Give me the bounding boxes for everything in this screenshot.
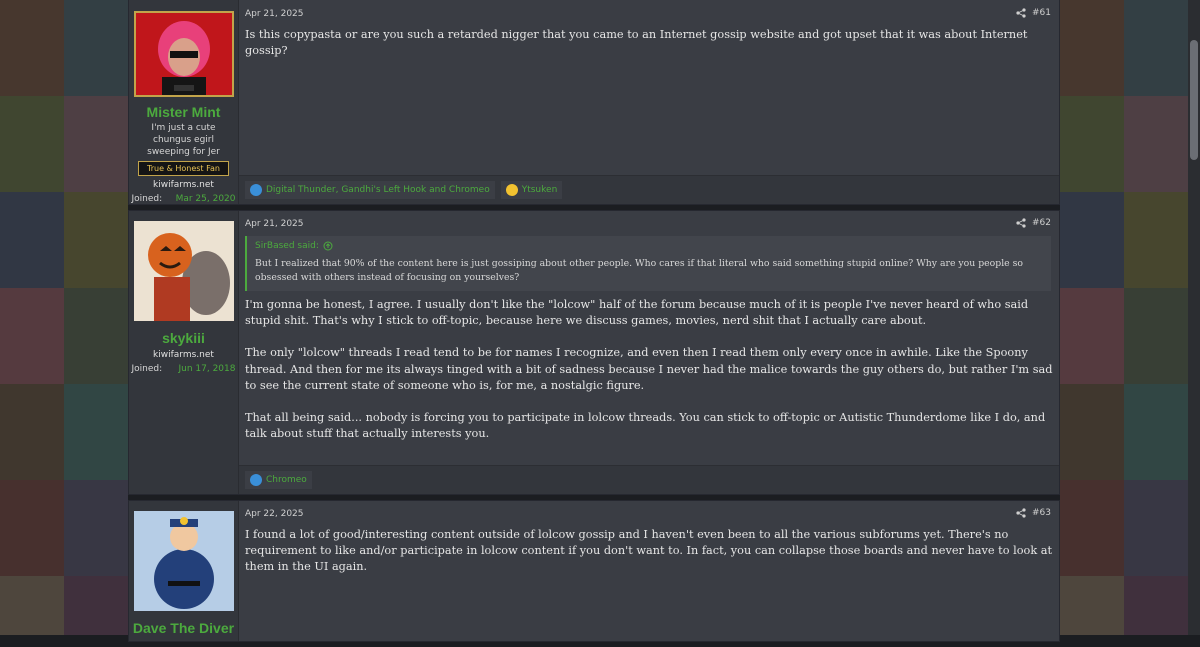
- thinking-face-icon: [505, 184, 518, 196]
- share-icon[interactable]: [1016, 508, 1026, 518]
- post-62: skykiii kiwifarms.net Joined: Jun 17, 20…: [128, 210, 1060, 495]
- avatar-image: [133, 511, 234, 611]
- thumbs-up-icon: [250, 184, 262, 196]
- avatar-image: [133, 221, 234, 321]
- background-collage-right: [1060, 0, 1200, 635]
- post-actions: #63: [1016, 508, 1051, 518]
- share-icon[interactable]: [1016, 8, 1026, 18]
- post-body: Is this copypasta or are you such a reta…: [245, 27, 1053, 59]
- thumbs-up-icon: [250, 474, 262, 486]
- post-paragraph: I found a lot of good/interesting conten…: [245, 528, 1053, 574]
- username[interactable]: Dave The Diver: [133, 620, 234, 636]
- page-scrollbar[interactable]: [1188, 0, 1200, 635]
- avatar[interactable]: [133, 221, 234, 321]
- post-body: I'm gonna be honest, I agree. I usually …: [245, 297, 1053, 442]
- scrollbar-thumb[interactable]: [1190, 40, 1198, 160]
- post-number[interactable]: #63: [1032, 508, 1051, 518]
- quote-author[interactable]: SirBased said:: [255, 241, 1043, 251]
- user-joined: Joined: Mar 25, 2020: [132, 194, 236, 204]
- user-site: kiwifarms.net: [153, 180, 214, 190]
- post-user-cell: Dave The Diver: [129, 501, 239, 641]
- post-number[interactable]: #62: [1032, 218, 1051, 228]
- avatar[interactable]: [133, 11, 234, 97]
- avatar[interactable]: [133, 511, 234, 611]
- user-site: kiwifarms.net: [153, 350, 214, 360]
- post-date[interactable]: Apr 21, 2025: [245, 219, 1053, 229]
- post-paragraph: That all being said... nobody is forcing…: [245, 411, 1046, 441]
- user-title: I'm just a cute chungus egirl sweeping f…: [147, 123, 220, 157]
- post-user-cell: Mister Mint I'm just a cute chungus egir…: [129, 0, 239, 204]
- reaction-users[interactable]: Chromeo: [266, 475, 307, 485]
- post-main: Apr 21, 2025 #62 SirBased said: But I re…: [239, 211, 1059, 494]
- post-paragraph: Is this copypasta or are you such a reta…: [245, 28, 1028, 58]
- quote-author-name[interactable]: SirBased said:: [255, 241, 319, 251]
- post-main: Apr 21, 2025 #61 Is this copypasta or ar…: [239, 0, 1059, 204]
- post-61: Mister Mint I'm just a cute chungus egir…: [128, 0, 1060, 205]
- reaction-item[interactable]: Ytsuken: [500, 181, 563, 199]
- joined-label: Joined:: [131, 194, 163, 204]
- arrow-up-circle-icon[interactable]: [323, 241, 333, 251]
- reaction-item[interactable]: Chromeo: [245, 471, 312, 489]
- post-actions: #62: [1016, 218, 1051, 228]
- reaction-bar: Digital Thunder, Gandhi's Left Hook and …: [239, 175, 1059, 204]
- post-date[interactable]: Apr 22, 2025: [245, 509, 1053, 519]
- post-paragraph: I'm gonna be honest, I agree. I usually …: [245, 298, 1029, 328]
- quote-block: SirBased said: But I realized that 90% o…: [245, 236, 1051, 291]
- user-banner: True & Honest Fan: [138, 161, 229, 176]
- post-number[interactable]: #61: [1032, 8, 1051, 18]
- avatar-image: [135, 13, 232, 95]
- reaction-item[interactable]: Digital Thunder, Gandhi's Left Hook and …: [245, 181, 495, 199]
- thread-posts: Mister Mint I'm just a cute chungus egir…: [128, 0, 1060, 647]
- post-user-cell: skykiii kiwifarms.net Joined: Jun 17, 20…: [129, 211, 239, 494]
- username[interactable]: skykiii: [162, 330, 205, 346]
- background-collage-left: [0, 0, 128, 635]
- joined-label: Joined:: [131, 364, 163, 374]
- reaction-users[interactable]: Digital Thunder, Gandhi's Left Hook and …: [266, 185, 490, 195]
- quote-text: But I realized that 90% of the content h…: [255, 258, 1024, 283]
- reaction-users[interactable]: Ytsuken: [522, 185, 558, 195]
- username[interactable]: Mister Mint: [147, 104, 221, 120]
- joined-date: Mar 25, 2020: [175, 194, 236, 204]
- user-joined: Joined: Jun 17, 2018: [132, 364, 236, 374]
- post-date[interactable]: Apr 21, 2025: [245, 9, 1053, 19]
- reaction-bar: Chromeo: [239, 465, 1059, 494]
- post-63: Dave The Diver Apr 22, 2025 #63 I found …: [128, 500, 1060, 642]
- joined-date: Jun 17, 2018: [178, 364, 236, 374]
- post-body: I found a lot of good/interesting conten…: [245, 527, 1053, 576]
- share-icon[interactable]: [1016, 218, 1026, 228]
- post-actions: #61: [1016, 8, 1051, 18]
- post-main: Apr 22, 2025 #63 I found a lot of good/i…: [239, 501, 1059, 641]
- post-paragraph: The only "lolcow" threads I read tend to…: [245, 346, 1053, 392]
